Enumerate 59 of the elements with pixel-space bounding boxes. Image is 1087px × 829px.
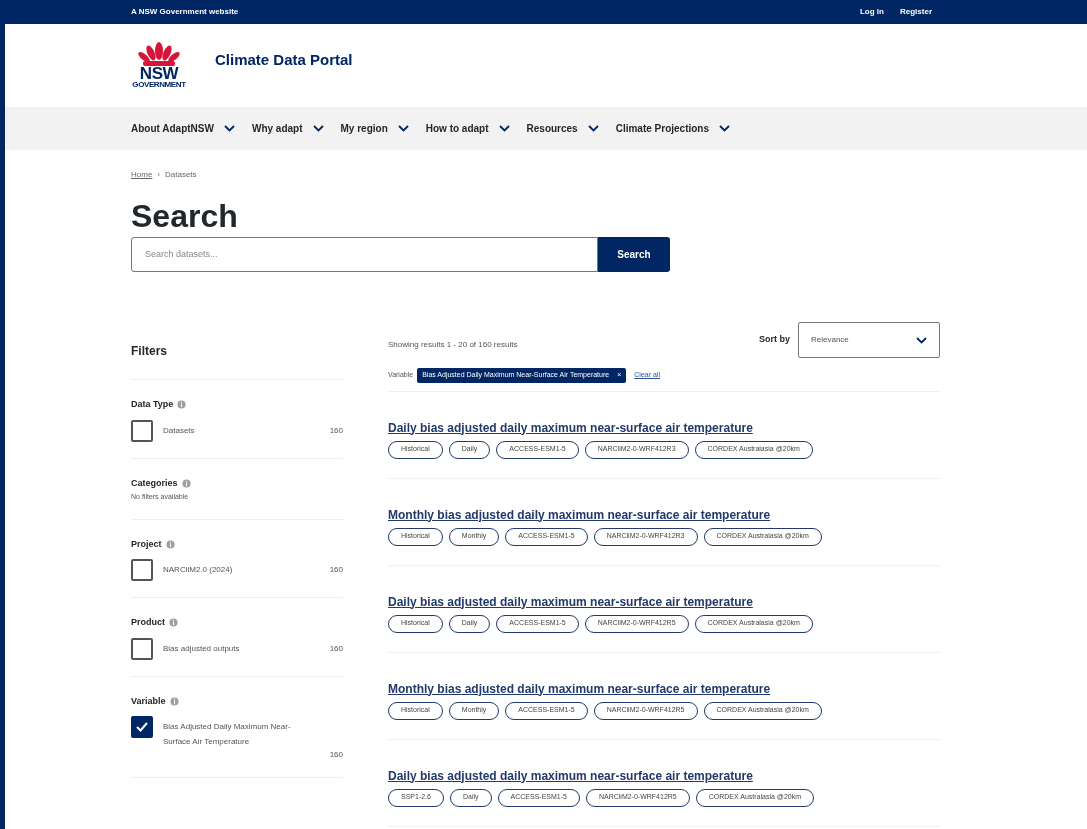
nav-menu-item[interactable]: Resources — [526, 121, 599, 136]
info-icon[interactable] — [165, 539, 175, 549]
nav-menu-item[interactable]: Climate Projections — [615, 121, 731, 136]
filter-option-count: 160 — [329, 564, 343, 576]
filter-section-title: Variable — [131, 694, 166, 708]
chevron-down-icon — [498, 125, 510, 132]
search-button[interactable]: Search — [598, 237, 670, 272]
filter-checkbox[interactable] — [131, 716, 153, 738]
nsw-logo[interactable]: NSW GOVERNMENT — [131, 42, 187, 89]
chevron-down-icon — [916, 336, 927, 344]
site-title[interactable]: Climate Data Portal — [215, 49, 353, 72]
top-link[interactable]: Log in — [860, 6, 884, 18]
filter-checkbox[interactable] — [131, 419, 153, 442]
chevron-down-icon — [312, 125, 324, 132]
filter-option-label[interactable]: Bias Adjusted Daily Maximum Near-Surface Air Temperature — [163, 719, 303, 749]
chevron-down-icon — [223, 125, 235, 132]
results-summary: Showing results 1 - 20 of 160 results — [388, 339, 518, 351]
filter-checkbox[interactable] — [131, 637, 153, 660]
nav-menu-item[interactable]: Why adapt — [251, 121, 324, 136]
breadcrumb-current: Datasets — [165, 169, 197, 181]
info-icon[interactable] — [169, 618, 178, 628]
logo-subtitle: GOVERNMENT — [132, 81, 186, 89]
result-title-link[interactable]: Daily bias adjusted daily maximum near-surface air temperature — [388, 766, 940, 785]
filter-option-label[interactable]: NARCliM2.0 (2024) — [163, 564, 233, 576]
page-title: Search — [130, 198, 239, 234]
filter-section-title: Product — [131, 616, 165, 629]
waratah-icon — [137, 42, 181, 66]
filter-section-title: Data Type — [131, 398, 174, 411]
chevron-down-icon — [397, 125, 409, 132]
sort-dropdown[interactable]: Relevance — [798, 322, 940, 358]
filter-section-title: Categories — [131, 476, 178, 490]
filter-option-count: 160 — [329, 749, 343, 761]
info-icon[interactable] — [177, 400, 187, 410]
checkmark-icon — [136, 722, 148, 732]
result-title-link[interactable]: Daily bias adjusted daily maximum near-surface air temperature — [388, 592, 940, 611]
filter-option-label[interactable]: Bias adjusted outputs — [163, 642, 240, 655]
result-title-link[interactable]: Monthly bias adjusted daily maximum near-surface air temperature — [388, 505, 940, 524]
chevron-down-icon — [719, 125, 731, 132]
filter-checkbox[interactable] — [131, 559, 153, 581]
chevron-down-icon — [587, 125, 599, 132]
result-title-link[interactable]: Monthly bias adjusted daily maximum near-surface air temperature — [388, 679, 940, 698]
breadcrumb-link[interactable]: Home — [131, 169, 153, 181]
result-title-link[interactable]: Daily bias adjusted daily maximum near-surface air temperature — [388, 418, 940, 437]
logo-wordmark: NSW — [139, 66, 179, 81]
search-field[interactable]: Search datasets... — [131, 237, 598, 272]
government-notice: A NSW Government website — [131, 6, 239, 18]
sort-label: Sort by — [759, 333, 790, 347]
filter-option-label[interactable]: Datasets — [163, 424, 195, 437]
top-link[interactable]: Register — [900, 6, 932, 18]
info-icon[interactable] — [169, 696, 179, 706]
nav-menu-item[interactable]: How to adapt — [425, 121, 510, 136]
filter-option-count: 160 — [329, 424, 343, 437]
breadcrumb-separator: › — [157, 169, 160, 181]
info-icon[interactable] — [181, 478, 191, 488]
filter-option-count: 160 — [329, 642, 343, 655]
nav-menu-item[interactable]: My region — [340, 121, 409, 136]
filter-section-title: Project — [131, 537, 162, 551]
filters-heading: Filters — [131, 322, 343, 380]
nav-menu-item[interactable]: About AdaptNSW — [131, 121, 235, 136]
